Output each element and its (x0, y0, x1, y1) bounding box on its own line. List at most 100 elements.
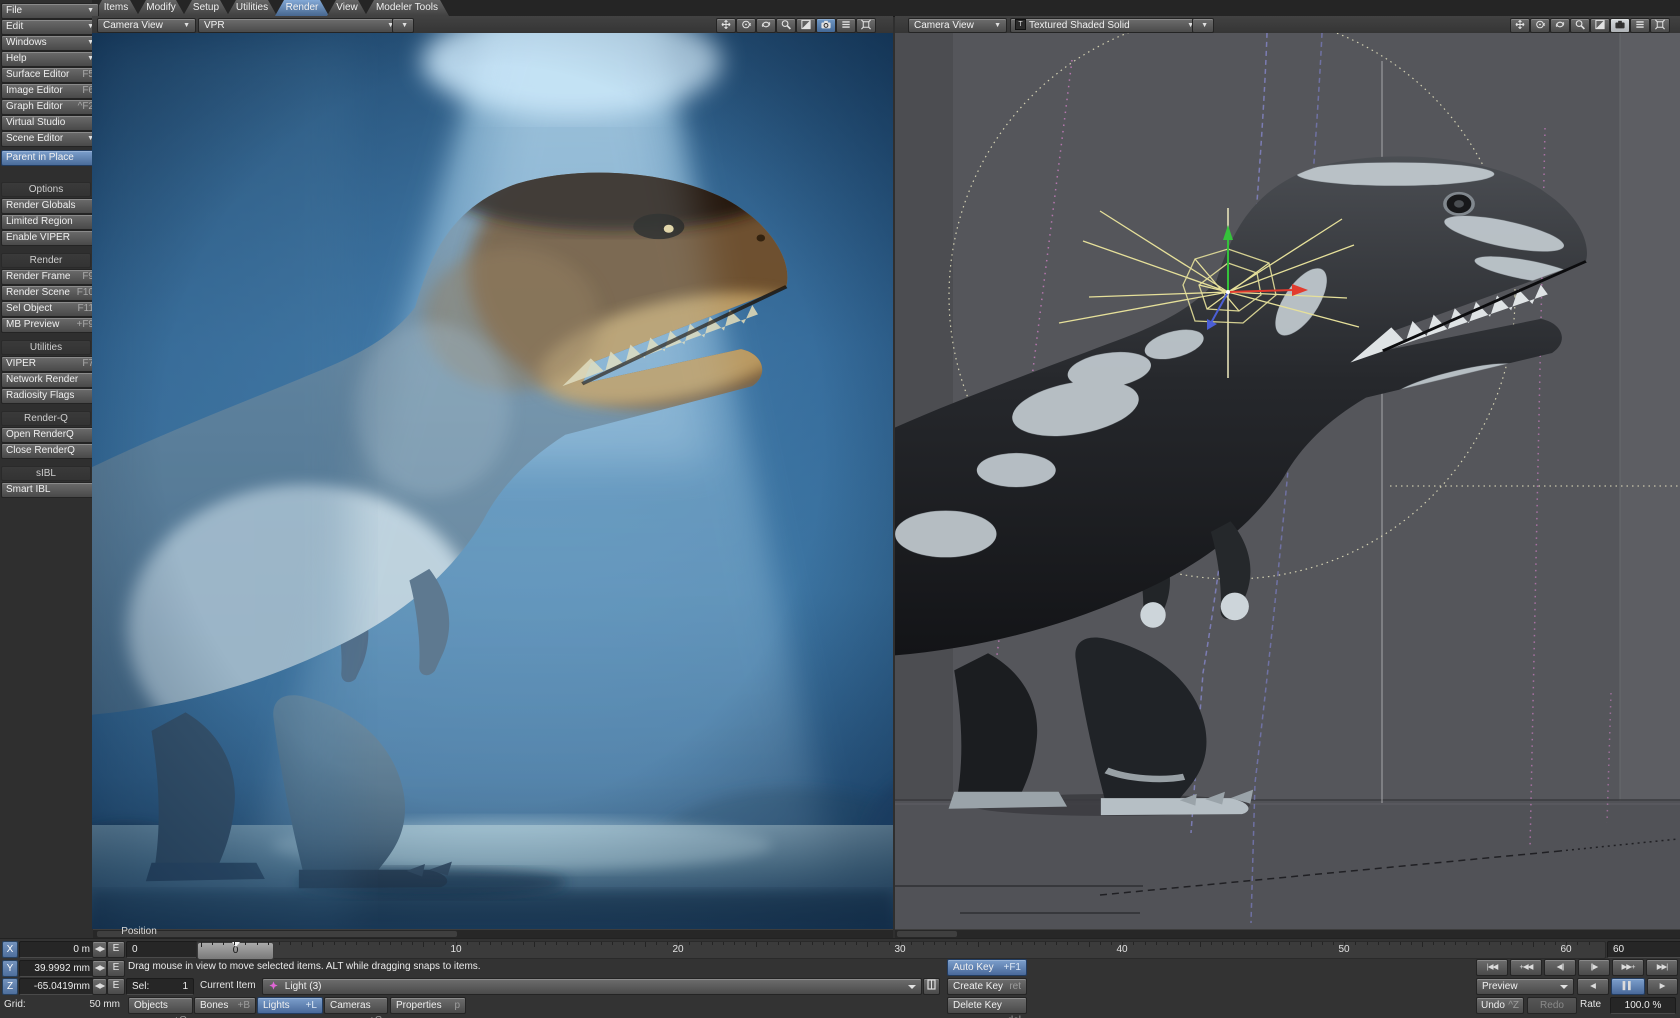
frame-input[interactable]: 0 (126, 941, 199, 958)
left-render-mode-label: VPR (204, 20, 225, 31)
frame-slider-handle[interactable]: 0 (197, 942, 274, 960)
sidebar-item-network-render[interactable]: Network Render (1, 372, 99, 388)
axis-z-button[interactable]: Z (2, 978, 18, 995)
chevron-down-icon: ▼ (1201, 19, 1208, 32)
camera-icon[interactable] (1610, 18, 1630, 33)
prev-keyframe-button[interactable]: +◀◀ (1510, 959, 1542, 976)
tab-view[interactable]: View (327, 0, 367, 16)
vpr-underwater-scene (92, 33, 893, 929)
axis-z-value-field[interactable]: -65.0419mm (19, 978, 95, 995)
axis-y-envelope-button[interactable]: E (107, 960, 125, 977)
end-frame-input[interactable]: 60 (1607, 941, 1680, 958)
section-header-render: Render (1, 253, 91, 268)
camera-icon[interactable] (816, 18, 836, 33)
viewport-left-vpr-render[interactable] (92, 33, 893, 929)
tab-render[interactable]: Render (275, 0, 329, 16)
play-reverse-button[interactable]: ◀ (1577, 978, 1609, 995)
sidebar-item-windows[interactable]: ▼Windows (1, 35, 99, 51)
pan-icon[interactable] (716, 18, 736, 33)
step-back-button[interactable]: ◀|| (1544, 959, 1576, 976)
sidebar-item-scene-editor[interactable]: ▼Scene Editor (1, 131, 99, 147)
ruler-frame-number: 60 (1551, 944, 1581, 955)
orbit-icon[interactable] (1530, 18, 1550, 33)
zoom-icon[interactable] (776, 18, 796, 33)
sidebar-item-render-frame[interactable]: F9Render Frame (1, 269, 99, 285)
sidebar-item-close-renderq[interactable]: Close RenderQ (1, 443, 99, 459)
sidebar-item-radiosity-flags[interactable]: Radiosity Flags (1, 388, 99, 404)
next-keyframe-button[interactable]: ▶▶+ (1612, 959, 1644, 976)
sidebar-item-viper[interactable]: F7VIPER (1, 356, 99, 372)
axis-y-nudge-button[interactable]: ◀▶ (92, 960, 107, 977)
menu-icon[interactable] (1630, 18, 1650, 33)
fit-icon[interactable] (1650, 18, 1670, 33)
timeline-ruler[interactable]: 0 102030405060 (196, 941, 1606, 959)
tab-modify[interactable]: Modify (137, 0, 185, 16)
sidebar-item-sel-object[interactable]: F11Sel Object (1, 301, 99, 317)
sidebar-item-image-editor[interactable]: F6Image Editor (1, 83, 99, 99)
sidebar-item-render-globals[interactable]: Render Globals (1, 198, 99, 214)
item-type-objects-button[interactable]: Objects+O (128, 997, 193, 1014)
left-render-mode-dropdown[interactable]: VPR▼ (198, 18, 400, 33)
axis-x-button[interactable]: X (2, 941, 18, 958)
right-viewport-options-button[interactable]: ▼ (1192, 18, 1214, 33)
sidebar-item-limited-region[interactable]: lLimited Region (1, 214, 99, 230)
tab-items[interactable]: Items (93, 0, 139, 16)
delete-key-button[interactable]: Delete Keydel (947, 997, 1027, 1014)
sidebar-item-mb-preview[interactable]: +F9MB Preview (1, 317, 99, 333)
chevron-down-icon: ▼ (183, 19, 190, 32)
redo-button[interactable]: Redo (1527, 997, 1577, 1014)
spin-icon[interactable] (756, 18, 776, 33)
sidebar-item-graph-editor[interactable]: ^F2Graph Editor (1, 99, 99, 115)
sidebar-item-surface-editor[interactable]: F5Surface Editor (1, 67, 99, 83)
sidebar-item-parent-in-place[interactable]: Parent in Place (1, 150, 99, 166)
step-forward-button[interactable]: ||▶ (1578, 959, 1610, 976)
pan-icon[interactable] (1510, 18, 1530, 33)
sidebar-item-render-scene[interactable]: F10Render Scene (1, 285, 99, 301)
fit-icon[interactable] (856, 18, 876, 33)
sidebar-item-help[interactable]: ▼Help (1, 51, 99, 67)
item-type-cameras-button[interactable]: Cameras+C (324, 997, 388, 1014)
goto-end-button[interactable]: ▶▶| (1646, 959, 1678, 976)
tab-setup[interactable]: Setup (183, 0, 229, 16)
zoom-icon[interactable] (1570, 18, 1590, 33)
axis-x-nudge-button[interactable]: ◀▶ (92, 941, 107, 958)
axis-z-nudge-button[interactable]: ◀▶ (92, 978, 107, 995)
sidebar-item-enable-viper[interactable]: Enable VIPER (1, 230, 99, 246)
pause-button[interactable]: ▌▌ (1611, 978, 1645, 995)
sidebar-item-virtual-studio[interactable]: Virtual Studio (1, 115, 99, 131)
right-view-mode-dropdown[interactable]: Camera View▼ (908, 18, 1007, 33)
viewport-header-right: Camera View▼ TTextured Shaded Solid▼ ▼ (895, 16, 1680, 34)
sidebar-item-file[interactable]: ▼File (1, 3, 99, 19)
item-type-bones-button[interactable]: Bones+B (194, 997, 256, 1014)
sidebar-item-smart-ibl[interactable]: Smart IBL (1, 482, 99, 498)
axis-x-value-field[interactable]: 0 m (19, 941, 95, 958)
goto-start-button[interactable]: |◀◀ (1476, 959, 1508, 976)
item-type-lights-button[interactable]: Lights+L (257, 997, 323, 1014)
orbit-icon[interactable] (736, 18, 756, 33)
menu-icon[interactable] (836, 18, 856, 33)
maximize-icon[interactable] (796, 18, 816, 33)
left-view-mode-dropdown[interactable]: Camera View▼ (97, 18, 196, 33)
left-viewport-options-button[interactable]: ▼ (392, 18, 414, 33)
sidebar-item-open-renderq[interactable]: Open RenderQ (1, 427, 99, 443)
axis-z-envelope-button[interactable]: E (107, 978, 125, 995)
item-type-properties-button[interactable]: Propertiesp (390, 997, 466, 1014)
play-forward-button[interactable]: ▶ (1647, 978, 1678, 995)
auto-key-button[interactable]: Auto Key+F1 (947, 959, 1027, 976)
section-header-render-q: Render-Q (1, 411, 91, 426)
spin-icon[interactable] (1550, 18, 1570, 33)
viewport-right-shaded[interactable] (895, 33, 1680, 929)
right-render-mode-dropdown[interactable]: TTextured Shaded Solid▼ (1010, 18, 1200, 33)
axis-x-envelope-button[interactable]: E (107, 941, 125, 958)
axis-y-value-field[interactable]: 39.9992 mm (19, 960, 95, 977)
maximize-icon[interactable] (1590, 18, 1610, 33)
tab-modeler-tools[interactable]: Modeler Tools (365, 0, 449, 16)
preview-dropdown[interactable]: Preview (1476, 978, 1574, 995)
current-item-dropdown[interactable]: Light (3) (262, 978, 922, 995)
tab-utilities[interactable]: Utilities (227, 0, 277, 16)
sidebar-item-edit[interactable]: ▼Edit (1, 19, 99, 35)
item-properties-mini-button[interactable] (923, 978, 940, 995)
undo-button[interactable]: Undo^Z (1476, 997, 1524, 1014)
create-key-button[interactable]: Create Keyret (947, 978, 1027, 995)
axis-y-button[interactable]: Y (2, 960, 18, 977)
